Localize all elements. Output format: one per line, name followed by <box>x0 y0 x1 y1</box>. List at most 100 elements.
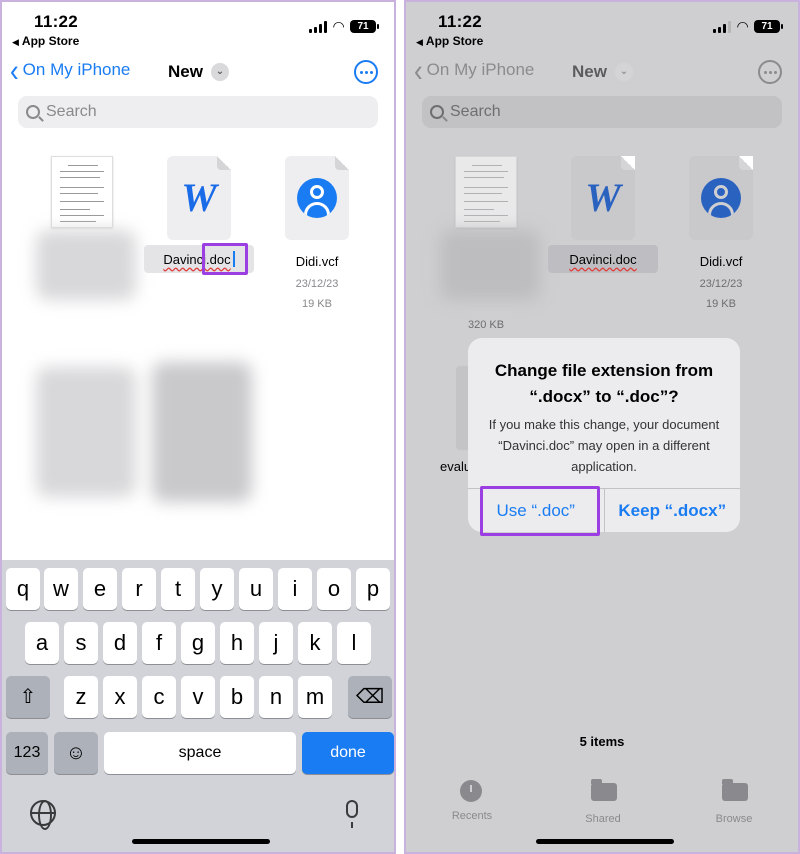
partial-file-name: evalu <box>440 459 472 474</box>
back-to-app-store[interactable]: ◀ App Store <box>416 34 483 48</box>
home-indicator <box>536 839 674 844</box>
file-item-didi[interactable]: Didi.vcf 23/12/23 19 KB <box>666 156 776 313</box>
key-a[interactable]: a <box>25 622 59 664</box>
key-z[interactable]: z <box>64 676 98 718</box>
file-name: Didi.vcf <box>295 254 339 269</box>
contact-icon <box>701 178 741 218</box>
battery-icon: 71 <box>754 20 783 33</box>
back-button[interactable]: ‹ On My iPhone <box>10 52 130 88</box>
folder-title[interactable]: New ⌄ <box>572 62 633 82</box>
more-options-icon[interactable] <box>354 60 378 84</box>
navigation-bar: ‹ On My iPhone New ⌄ <box>406 52 798 90</box>
status-icons: ◠ 71 <box>713 18 783 35</box>
key-q[interactable]: q <box>6 568 40 610</box>
file-date: 23/12/23 <box>295 278 339 290</box>
tab-recents[interactable]: Recents <box>432 780 512 822</box>
numbers-key[interactable]: 123 <box>6 732 48 774</box>
search-icon <box>430 105 444 119</box>
file-size: 320 KB <box>467 319 505 331</box>
file-date: 23/12/23 <box>699 278 743 290</box>
items-count: 5 items <box>579 734 625 749</box>
blurred-file-item <box>36 367 136 497</box>
key-j[interactable]: j <box>259 622 293 664</box>
back-triangle-icon: ◀ <box>416 37 423 47</box>
key-n[interactable]: n <box>259 676 293 718</box>
status-time: 11:22 <box>438 12 483 31</box>
rename-field[interactable]: Davinci.doc <box>548 245 658 273</box>
tab-bar: Recents Shared Browse <box>406 770 798 830</box>
shift-key-icon[interactable]: ⇧ <box>6 676 50 718</box>
document-thumbnail <box>51 156 113 228</box>
key-w[interactable]: w <box>44 568 78 610</box>
document-thumbnail <box>455 156 517 228</box>
chevron-left-icon: ‹ <box>10 52 19 88</box>
emoji-key-icon[interactable]: ☺ <box>54 732 98 774</box>
key-t[interactable]: t <box>161 568 195 610</box>
contact-file-icon <box>285 156 349 240</box>
file-size: 19 KB <box>706 298 736 310</box>
word-document-icon: W <box>167 156 231 240</box>
key-i[interactable]: i <box>278 568 312 610</box>
key-p[interactable]: p <box>356 568 390 610</box>
key-r[interactable]: r <box>122 568 156 610</box>
backspace-key-icon[interactable]: ⌫ <box>348 676 392 718</box>
status-bar: 11:22 ◀ App Store ◠ 71 <box>2 10 394 50</box>
file-item-didi[interactable]: Didi.vcf 23/12/23 19 KB <box>262 156 372 313</box>
key-e[interactable]: e <box>83 568 117 610</box>
key-x[interactable]: x <box>103 676 137 718</box>
key-k[interactable]: k <box>298 622 332 664</box>
tab-browse[interactable]: Browse <box>694 779 774 825</box>
status-time: 11:22 <box>34 12 79 31</box>
file-size: 19 KB <box>302 298 332 310</box>
status-icons: ◠ 71 <box>309 18 379 35</box>
space-key[interactable]: space <box>104 732 296 774</box>
key-u[interactable]: u <box>239 568 273 610</box>
contact-file-icon <box>689 156 753 240</box>
key-l[interactable]: l <box>337 622 371 664</box>
right-screenshot: 11:22 ◀ App Store ◠ 71 ‹ On My iPhone New ⌄… <box>404 0 800 854</box>
keep-docx-button[interactable]: Keep “.docx” <box>603 489 741 532</box>
chevron-down-icon: ⌄ <box>614 63 633 81</box>
microphone-icon[interactable] <box>346 800 358 828</box>
search-field[interactable]: Search <box>422 96 782 128</box>
status-bar: 11:22 ◀ App Store ◠ 71 <box>406 10 798 50</box>
chevron-left-icon: ‹ <box>414 52 423 88</box>
more-options-icon[interactable] <box>758 60 782 84</box>
wifi-icon: ◠ <box>333 18 344 34</box>
cellular-signal-icon <box>309 20 328 33</box>
keyboard: q w e r t y u i o p a s d f g h j k l ⇧ … <box>2 560 394 852</box>
back-to-app-store[interactable]: ◀ App Store <box>12 34 79 48</box>
key-m[interactable]: m <box>298 676 332 718</box>
key-o[interactable]: o <box>317 568 351 610</box>
file-item-document[interactable] <box>431 156 541 228</box>
tab-shared[interactable]: Shared <box>563 779 643 825</box>
key-v[interactable]: v <box>181 676 215 718</box>
cellular-signal-icon <box>713 20 732 33</box>
word-document-icon: W <box>571 156 635 240</box>
blurred-file-info <box>36 230 136 300</box>
highlight-extension-box <box>202 243 248 275</box>
file-item-document[interactable] <box>27 156 137 228</box>
key-y[interactable]: y <box>200 568 234 610</box>
wifi-icon: ◠ <box>737 18 748 34</box>
key-g[interactable]: g <box>181 622 215 664</box>
file-item-davinci[interactable]: W <box>548 156 658 240</box>
key-f[interactable]: f <box>142 622 176 664</box>
key-s[interactable]: s <box>64 622 98 664</box>
chevron-down-icon: ⌄ <box>210 63 229 81</box>
key-d[interactable]: d <box>103 622 137 664</box>
key-c[interactable]: c <box>142 676 176 718</box>
key-h[interactable]: h <box>220 622 254 664</box>
back-triangle-icon: ◀ <box>12 37 19 47</box>
search-icon <box>26 105 40 119</box>
key-b[interactable]: b <box>220 676 254 718</box>
globe-icon[interactable] <box>30 800 56 830</box>
search-field[interactable]: Search <box>18 96 378 128</box>
file-item-davinci[interactable]: W <box>144 156 254 240</box>
folder-title[interactable]: New ⌄ <box>168 62 229 82</box>
done-key[interactable]: done <box>302 732 394 774</box>
back-button[interactable]: ‹ On My iPhone <box>414 52 534 88</box>
highlight-use-doc-box <box>480 486 600 536</box>
alert-message: If you make this change, your document “… <box>488 417 720 474</box>
clock-icon <box>460 780 482 802</box>
